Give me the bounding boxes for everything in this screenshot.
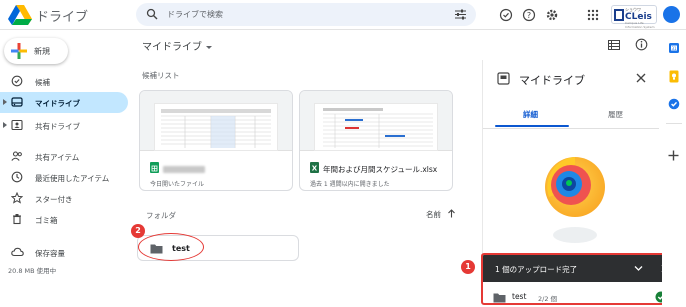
uploaded-item-name[interactable]: test [512, 292, 526, 301]
spreadsheet-preview [154, 103, 278, 151]
svg-text:31: 31 [671, 46, 677, 51]
page-title-text: マイドライブ [142, 42, 202, 53]
file-thumbnail [140, 91, 292, 151]
svg-text:?: ? [527, 11, 531, 20]
star-icon [10, 191, 24, 206]
tab-divider [483, 128, 659, 129]
search-icon[interactable] [146, 8, 158, 22]
expand-caret-icon[interactable] [3, 122, 7, 128]
list-view-icon[interactable] [608, 40, 620, 52]
sidebar-item-label: マイドライブ [35, 99, 80, 108]
new-button[interactable]: 新規 [4, 38, 68, 64]
side-panel-rail: 31 [662, 30, 686, 307]
upload-status-header[interactable]: 1 個のアップロード完了 [483, 255, 678, 282]
keep-icon[interactable] [668, 70, 680, 85]
annotation-badge-2: 2 [131, 224, 145, 238]
calendar-icon[interactable]: 31 [668, 42, 680, 56]
sidebar-item-label: スター付き [35, 195, 73, 204]
annotation-highlight-oval [138, 233, 204, 261]
excel-file-icon: X [310, 162, 319, 173]
chevron-down-icon [206, 45, 212, 49]
sidebar-item-label: ゴミ箱 [35, 216, 58, 225]
drive-logo-icon[interactable] [8, 5, 32, 25]
active-tab-indicator [495, 125, 569, 127]
svg-text:X: X [312, 165, 318, 173]
cloud-icon [11, 246, 24, 260]
google-sheets-icon [150, 162, 159, 173]
file-activity: 過去 1 週間以内に開きました [310, 181, 390, 188]
sidebar-item-label: 共有アイテム [35, 153, 80, 162]
rail-divider [666, 123, 682, 124]
top-bar: ドライブ ドライブで検索 ? ショウワ CLeis Campus Life In… [0, 0, 686, 30]
details-title: マイドライブ [519, 74, 585, 87]
file-thumbnail [300, 91, 452, 151]
file-activity: 今日開いたファイル [150, 181, 205, 188]
settings-gear-icon[interactable] [545, 8, 559, 22]
app-title[interactable]: ドライブ [36, 6, 88, 25]
close-icon[interactable] [635, 72, 647, 86]
ready-offline-icon[interactable] [499, 8, 513, 22]
storage-usage-text: 20.8 MB 使用中 [8, 267, 57, 275]
new-button-label: 新規 [34, 47, 50, 56]
sidebar-item-shared-drives[interactable]: 共有ドライブ [0, 115, 128, 136]
suggested-file-card[interactable]: 今日開いたファイル [139, 90, 293, 191]
arrow-up-icon [447, 209, 456, 220]
sidebar-item-shared-with-me[interactable]: 共有アイテム [0, 146, 128, 167]
search-input[interactable]: ドライブで検索 [167, 9, 223, 20]
help-icon[interactable]: ? [522, 8, 536, 22]
shared-drive-icon [11, 119, 23, 133]
search-bar[interactable]: ドライブで検索 [136, 3, 476, 26]
drive-icon [497, 72, 510, 87]
redacted-file-name [163, 165, 205, 173]
spreadsheet-preview [314, 103, 438, 151]
info-icon[interactable] [635, 38, 648, 53]
file-name [163, 164, 205, 173]
add-addon-plus-icon[interactable] [668, 150, 679, 163]
brand-subtitle: Campus Life Information System [625, 21, 655, 29]
check-circle-icon [11, 75, 23, 89]
tab-activity[interactable]: 履歴 [608, 109, 623, 120]
tab-details[interactable]: 詳細 [523, 109, 538, 120]
people-icon [11, 150, 23, 164]
folders-section-label: フォルダ [146, 211, 176, 220]
sidebar-item-storage[interactable]: 保存容量 [0, 242, 128, 263]
expand-caret-icon[interactable] [3, 99, 7, 105]
sort-by-name-button[interactable]: 名前 [426, 209, 455, 220]
folder-icon [493, 293, 506, 303]
annotation-badge-1: 1 [461, 260, 475, 274]
sidebar-item-label: 候補 [35, 78, 50, 87]
details-panel: マイドライブ 詳細 履歴 [482, 60, 659, 260]
drive-icon [11, 96, 23, 110]
upload-status-panel: 1 個のアップロード完了 test 2/2 個 [481, 253, 680, 305]
sidebar-item-label: 最近使用したアイテム [35, 174, 110, 183]
page-title[interactable]: マイドライブ [142, 38, 212, 53]
plus-icon [10, 42, 28, 62]
search-options-icon[interactable] [455, 9, 466, 22]
sidebar-item-trash[interactable]: ゴミ箱 [0, 209, 128, 230]
trash-icon [11, 213, 23, 227]
suggested-section-label: 候補リスト [142, 71, 180, 80]
sidebar-item-suggested[interactable]: 候補 [0, 71, 128, 92]
sidebar-item-recent[interactable]: 最近使用したアイテム [0, 167, 128, 188]
sidebar-item-my-drive[interactable]: マイドライブ [0, 92, 128, 113]
organization-logo[interactable]: ショウワ CLeis Campus Life Information Syste… [611, 5, 657, 29]
sidebar-item-starred[interactable]: スター付き [0, 188, 128, 209]
suggested-file-card[interactable]: X 年間および月間スケジュール.xlsx 過去 1 週間以内に開きました [299, 90, 453, 191]
upload-status-title: 1 個のアップロード完了 [495, 265, 578, 274]
sidebar-item-label: 保存容量 [35, 249, 65, 258]
my-drive-illustration [541, 145, 611, 249]
account-avatar[interactable] [663, 6, 680, 23]
uploaded-item-count: 2/2 個 [538, 295, 558, 303]
file-name: 年間および月間スケジュール.xlsx [323, 165, 438, 174]
tasks-icon[interactable] [668, 98, 680, 112]
sidebar-item-label: 共有ドライブ [35, 122, 80, 131]
sort-label: 名前 [426, 210, 441, 219]
chevron-down-icon[interactable] [634, 265, 643, 274]
apps-grid-icon[interactable] [586, 8, 600, 22]
clock-icon [11, 171, 23, 185]
